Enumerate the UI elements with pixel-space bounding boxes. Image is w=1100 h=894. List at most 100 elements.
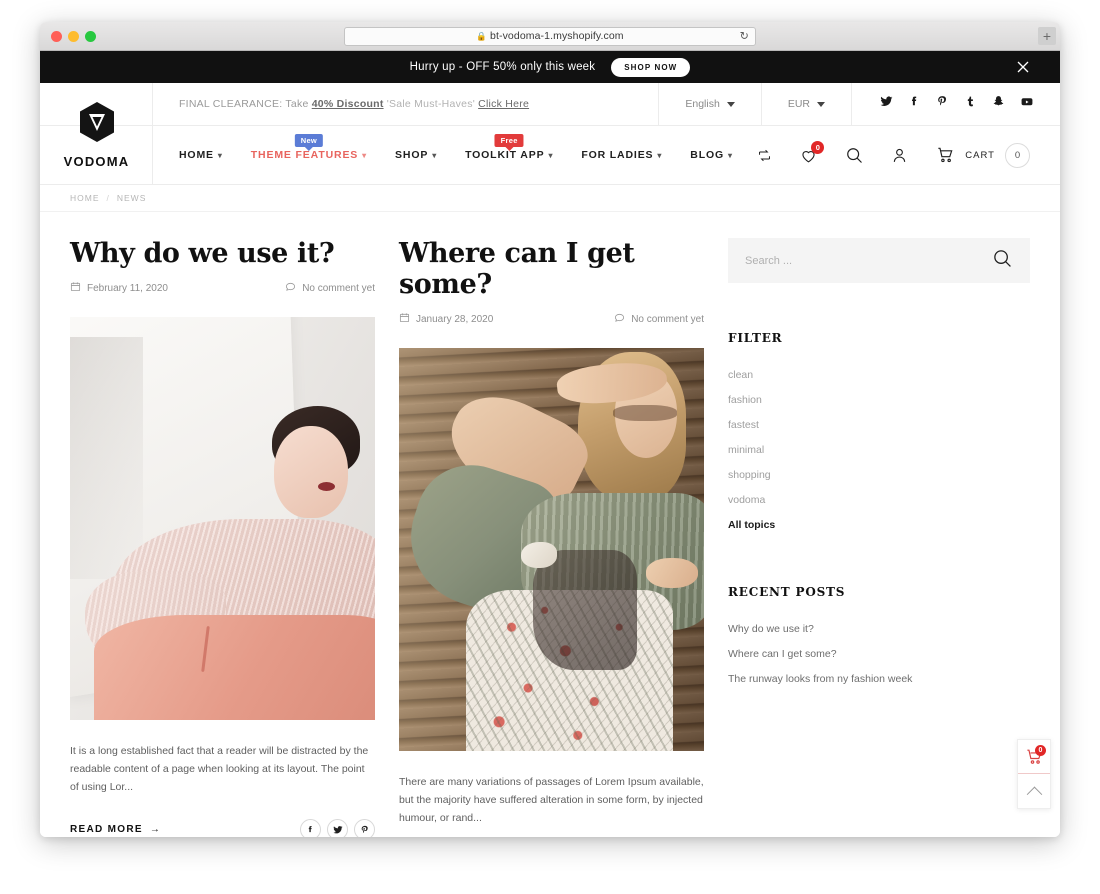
filter-title: FILTER <box>728 331 1030 345</box>
sidebar: FILTER clean fashion fastest minimal sho… <box>728 238 1030 837</box>
post-share-icons <box>300 819 375 837</box>
read-more-button[interactable]: READ MORE → <box>70 824 161 835</box>
lock-icon: 🔒 <box>476 31 487 42</box>
breadcrumb: HOME / NEWS <box>40 185 1060 212</box>
recent-post-item[interactable]: Where can I get some? <box>728 641 1030 666</box>
minimize-window-button[interactable] <box>68 31 79 42</box>
nav-item-toolkit-app[interactable]: Free TOOLKIT APP ▾ <box>465 149 553 161</box>
filter-item-minimal[interactable]: minimal <box>728 437 1030 462</box>
post-comments[interactable]: No comment yet <box>285 281 375 295</box>
filter-widget: FILTER clean fashion fastest minimal sho… <box>728 331 1030 537</box>
post-title[interactable]: Why do we use it? <box>70 238 375 269</box>
announcement-bar: Hurry up - OFF 50% only this week SHOP N… <box>40 51 1060 83</box>
recent-post-item[interactable]: Why do we use it? <box>728 616 1030 641</box>
maximize-window-button[interactable] <box>85 31 96 42</box>
social-links <box>851 83 1060 125</box>
post-comments[interactable]: No comment yet <box>614 312 704 326</box>
pinterest-icon[interactable] <box>354 819 375 837</box>
nav-item-shop[interactable]: SHOP ▾ <box>395 149 437 161</box>
top-utility-bar: FINAL CLEARANCE: Take 40% Discount 'Sale… <box>40 83 1060 126</box>
post-image-artwork <box>399 348 704 751</box>
comment-icon <box>614 312 625 326</box>
click-here-link[interactable]: Click Here <box>478 98 529 110</box>
nav-item-label: BLOG <box>690 149 724 161</box>
chevron-down-icon <box>727 102 735 107</box>
nav-item-home[interactable]: HOME ▾ <box>179 149 223 161</box>
twitter-icon[interactable] <box>327 819 348 837</box>
user-icon[interactable] <box>890 146 909 165</box>
floating-cart-button[interactable]: 0 <box>1018 740 1050 774</box>
recent-posts-title: RECENT POSTS <box>728 585 1030 599</box>
clearance-message: FINAL CLEARANCE: Take 40% Discount 'Sale… <box>179 98 529 110</box>
url-text: bt-vodoma-1.myshopify.com <box>490 30 624 42</box>
floating-action-stack: 0 <box>1017 739 1051 809</box>
main-nav: HOME ▾ New THEME FEATURES ▾ SHOP ▾ Free … <box>153 126 756 184</box>
nav-item-label: FOR LADIES <box>581 149 653 161</box>
sidebar-search[interactable] <box>728 238 1030 283</box>
scroll-to-top-button[interactable] <box>1018 774 1050 808</box>
main-navigation-bar: HOME ▾ New THEME FEATURES ▾ SHOP ▾ Free … <box>40 126 1060 185</box>
filter-item-fastest[interactable]: fastest <box>728 412 1030 437</box>
chevron-down-icon: ▾ <box>657 151 662 160</box>
search-input[interactable] <box>745 255 965 267</box>
close-window-button[interactable] <box>51 31 62 42</box>
language-selector[interactable]: English <box>658 83 760 125</box>
post-excerpt: There are many variations of passages of… <box>399 773 704 827</box>
currency-selector[interactable]: EUR <box>761 83 851 125</box>
breadcrumb-separator: / <box>107 193 110 203</box>
logo-wordmark: VODOMA <box>64 154 130 169</box>
floating-cart-count: 0 <box>1035 745 1046 756</box>
youtube-icon[interactable] <box>1020 95 1034 113</box>
filter-item-vodoma[interactable]: vodoma <box>728 487 1030 512</box>
search-icon[interactable] <box>844 145 864 165</box>
filter-item-fashion[interactable]: fashion <box>728 387 1030 412</box>
compare-icon[interactable] <box>756 147 773 164</box>
browser-window: 🔒 bt-vodoma-1.myshopify.com ↻ + Hurry up… <box>40 22 1060 837</box>
recent-posts-widget: RECENT POSTS Why do we use it? Where can… <box>728 585 1030 691</box>
tumblr-icon[interactable] <box>964 95 977 113</box>
facebook-icon[interactable] <box>908 95 921 113</box>
vodoma-cube-logo-icon <box>77 100 117 149</box>
nav-badge-new: New <box>295 134 323 147</box>
nav-item-blog[interactable]: BLOG ▾ <box>690 149 733 161</box>
post-date-text: February 11, 2020 <box>87 283 168 294</box>
post-footer: READ MORE → <box>70 819 375 837</box>
facebook-icon[interactable] <box>300 819 321 837</box>
post-title[interactable]: Where can I get some? <box>399 238 704 300</box>
clearance-message-area: FINAL CLEARANCE: Take 40% Discount 'Sale… <box>153 83 658 125</box>
twitter-icon[interactable] <box>880 95 893 113</box>
wishlist-icon[interactable]: 0 <box>799 146 818 165</box>
page-content: Why do we use it? February 11, 2020 <box>40 212 1060 837</box>
reload-icon[interactable]: ↻ <box>740 30 749 43</box>
chevron-down-icon: ▾ <box>548 151 553 160</box>
filter-list: clean fashion fastest minimal shopping v… <box>728 362 1030 537</box>
breadcrumb-home[interactable]: HOME <box>70 193 100 203</box>
nav-item-label: SHOP <box>395 149 428 161</box>
nav-item-theme-features[interactable]: New THEME FEATURES ▾ <box>251 149 367 161</box>
clearance-prefix: FINAL CLEARANCE: Take <box>179 98 309 110</box>
discount-link[interactable]: 40% Discount <box>312 98 384 110</box>
nav-item-for-ladies[interactable]: FOR LADIES ▾ <box>581 149 662 161</box>
recent-post-item[interactable]: The runway looks from ny fashion week <box>728 666 1030 691</box>
snapchat-icon[interactable] <box>992 95 1005 113</box>
site-logo[interactable]: VODOMA <box>40 83 153 185</box>
post-image[interactable] <box>399 348 704 751</box>
search-icon[interactable] <box>991 247 1013 274</box>
filter-item-all-topics[interactable]: All topics <box>728 512 1030 537</box>
post-card: Where can I get some? January 28, 2020 <box>399 238 704 837</box>
cart-button[interactable]: CART 0 <box>935 143 1030 168</box>
post-image[interactable] <box>70 317 375 720</box>
new-tab-button[interactable]: + <box>1038 27 1056 45</box>
address-bar[interactable]: 🔒 bt-vodoma-1.myshopify.com ↻ <box>344 27 756 46</box>
post-date: January 28, 2020 <box>399 312 493 326</box>
filter-item-shopping[interactable]: shopping <box>728 462 1030 487</box>
filter-item-clean[interactable]: clean <box>728 362 1030 387</box>
post-image-artwork <box>70 317 375 720</box>
browser-chrome-bar: 🔒 bt-vodoma-1.myshopify.com ↻ + <box>40 22 1060 51</box>
post-meta: January 28, 2020 No comment yet <box>399 312 704 326</box>
chevron-up-icon <box>1026 786 1042 802</box>
post-comments-text: No comment yet <box>631 314 704 325</box>
close-icon[interactable] <box>1014 58 1032 76</box>
pinterest-icon[interactable] <box>936 95 949 113</box>
shop-now-button[interactable]: SHOP NOW <box>611 58 690 77</box>
